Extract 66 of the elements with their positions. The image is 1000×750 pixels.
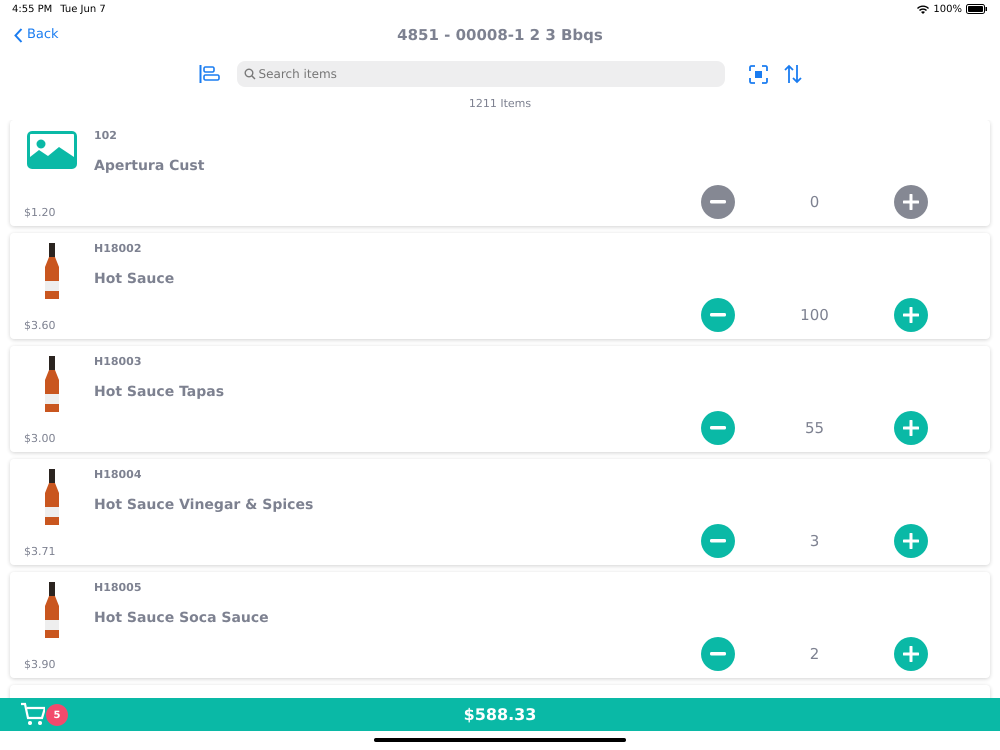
chevron-left-icon bbox=[14, 28, 23, 42]
bottle-photo-placeholder bbox=[43, 356, 61, 414]
minus-button[interactable] bbox=[701, 185, 735, 219]
item-quantity: 55 bbox=[804, 418, 826, 439]
item-code: H18003 bbox=[94, 354, 142, 370]
minus-button[interactable] bbox=[701, 298, 735, 332]
minus-icon bbox=[710, 426, 726, 430]
battery-icon bbox=[966, 4, 988, 14]
item-card[interactable]: 102 Apertura Cust $1.20 0 bbox=[10, 120, 990, 226]
item-price: $3.71 bbox=[24, 544, 56, 560]
plus-icon bbox=[903, 646, 919, 662]
item-price: $3.60 bbox=[24, 318, 56, 334]
minus-icon bbox=[710, 652, 726, 656]
minus-button[interactable] bbox=[701, 637, 735, 671]
status-date: Tue Jun 7 bbox=[60, 2, 106, 16]
item-code: H18002 bbox=[94, 241, 142, 257]
item-quantity: 100 bbox=[799, 304, 830, 326]
minus-icon bbox=[710, 200, 726, 204]
wifi-icon bbox=[917, 4, 930, 14]
bottle-photo-placeholder bbox=[43, 469, 61, 527]
item-price: $3.90 bbox=[24, 656, 56, 672]
item-name: Hot Sauce Soca Sauce bbox=[94, 608, 269, 628]
item-code: H18004 bbox=[94, 467, 142, 483]
minus-icon bbox=[710, 539, 726, 543]
scan-icon[interactable] bbox=[748, 64, 768, 84]
page-title: 4851 - 00008-1 2 3 Bbqs bbox=[397, 24, 603, 46]
battery-percent: 100% bbox=[933, 2, 962, 16]
item-quantity: 0 bbox=[808, 192, 820, 213]
cart-icon[interactable] bbox=[20, 702, 45, 727]
back-link[interactable]: Back bbox=[14, 25, 59, 45]
item-count: 1211 Items bbox=[468, 96, 532, 112]
item-card[interactable]: H18004 Hot Sauce Vinegar & Spices $3.71 3 bbox=[10, 459, 990, 565]
item-quantity: 3 bbox=[808, 530, 820, 552]
search-field[interactable]: Search items bbox=[236, 61, 724, 87]
plus-icon bbox=[903, 194, 919, 210]
plus-icon bbox=[903, 420, 919, 436]
minus-button[interactable] bbox=[701, 411, 735, 445]
plus-icon bbox=[903, 307, 919, 323]
item-price: $3.00 bbox=[24, 430, 56, 446]
plus-icon bbox=[903, 533, 919, 549]
status-time: 4:55 PM bbox=[12, 2, 52, 16]
bottle-photo-placeholder bbox=[43, 582, 61, 640]
sort-icon[interactable] bbox=[784, 64, 802, 84]
plus-button[interactable] bbox=[894, 185, 928, 219]
item-name: Hot Sauce bbox=[94, 270, 174, 288]
item-price: $1.20 bbox=[24, 204, 56, 220]
item-name: Hot Sauce Vinegar & Spices bbox=[94, 496, 314, 514]
plus-button[interactable] bbox=[894, 411, 928, 445]
item-code: H18005 bbox=[94, 580, 142, 596]
plus-button[interactable] bbox=[894, 524, 928, 558]
image-placeholder-icon bbox=[26, 130, 78, 170]
item-card[interactable]: H18003 Hot Sauce Tapas $3.00 55 bbox=[10, 346, 990, 452]
item-name: Hot Sauce Tapas bbox=[94, 382, 224, 402]
item-card[interactable]: H18005 Hot Sauce Soca Sauce $3.90 2 bbox=[10, 572, 990, 678]
layout-toggle-icon[interactable] bbox=[198, 64, 220, 84]
plus-button[interactable] bbox=[894, 298, 928, 332]
item-name: Apertura Cust bbox=[94, 156, 204, 176]
minus-button[interactable] bbox=[701, 524, 735, 558]
item-quantity: 2 bbox=[808, 644, 820, 665]
minus-icon bbox=[710, 313, 726, 317]
item-card[interactable]: H18002 Hot Sauce $3.60 100 bbox=[10, 233, 990, 339]
item-code: 102 bbox=[94, 128, 118, 144]
cart-total: $588.33 bbox=[464, 704, 536, 726]
cart-count-badge: 5 bbox=[46, 704, 68, 726]
bottle-photo-placeholder bbox=[43, 243, 61, 301]
plus-button[interactable] bbox=[894, 637, 928, 671]
